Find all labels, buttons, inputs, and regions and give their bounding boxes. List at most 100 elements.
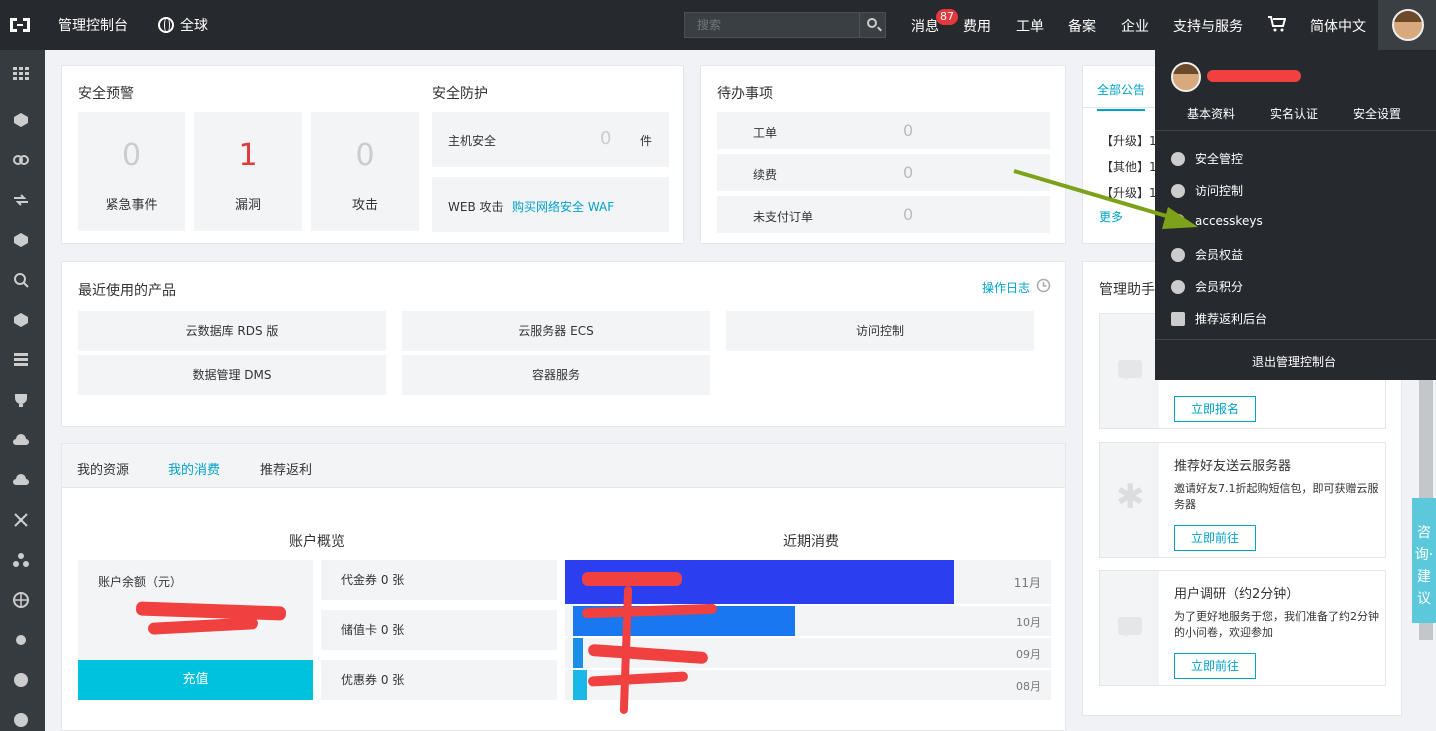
- server-icon[interactable]: [12, 352, 30, 368]
- referral-promo-desc: 邀请好友7.1折起购短信包，即可获赠云服务器: [1174, 482, 1379, 511]
- real-name-tab[interactable]: 实名认证: [1270, 105, 1318, 122]
- operation-log-link[interactable]: 操作日志: [982, 279, 1030, 296]
- cube-icon[interactable]: [12, 112, 30, 128]
- redaction-mark: [582, 572, 682, 586]
- top-navbar: 管理控制台 全球 消息 87 费用 工单 备案 企业 支持与服务 简体中文: [0, 0, 1436, 50]
- global-icon[interactable]: [12, 592, 30, 608]
- nav-messages[interactable]: 消息: [911, 16, 939, 36]
- menu-member-benefits[interactable]: 会员权益: [1171, 246, 1243, 263]
- search-db-icon[interactable]: [12, 272, 30, 288]
- circle-icon[interactable]: [12, 672, 30, 688]
- clock-icon[interactable]: [1036, 278, 1051, 293]
- gear-icon[interactable]: [12, 632, 30, 648]
- cart-icon[interactable]: [1268, 16, 1286, 32]
- spend-bar-aug: [573, 670, 587, 700]
- security-alert-title: 安全预警: [78, 86, 134, 102]
- circle-icon-2[interactable]: [12, 712, 30, 728]
- todo-tickets-row[interactable]: 工单 0: [717, 112, 1050, 149]
- product-container[interactable]: 容器服务: [402, 355, 710, 395]
- logo-icon[interactable]: [8, 15, 32, 35]
- balance-label: 账户余额（元）: [98, 575, 183, 589]
- stored-value-card-row[interactable]: 储值卡 0 张: [321, 610, 557, 650]
- globe-icon: [158, 17, 174, 33]
- search-icon: [867, 18, 877, 28]
- product-rds[interactable]: 云数据库 RDS 版: [78, 311, 386, 351]
- recent-spend-title: 近期消费: [783, 534, 839, 550]
- referral-promo-title: 推荐好友送云服务器: [1174, 459, 1292, 474]
- urgent-events-count: 0: [121, 138, 142, 173]
- diamond-icon: [1171, 247, 1185, 262]
- announcement-item[interactable]: 【升级】1: [1101, 132, 1157, 149]
- grid-icon[interactable]: [12, 66, 30, 82]
- balance-box: 账户余额（元）: [78, 560, 313, 660]
- product-dms[interactable]: 数据管理 DMS: [78, 355, 386, 395]
- survey-desc: 为了更好地服务于您，我们准备了约2分钟的小问卷，欢迎参加: [1174, 610, 1379, 639]
- todo-renewal-row[interactable]: 续费 0: [717, 154, 1050, 191]
- avatar: [1171, 62, 1201, 92]
- basic-info-tab[interactable]: 基本资料: [1187, 105, 1235, 122]
- vulnerabilities-count: 1: [238, 138, 258, 173]
- region-selector[interactable]: 全球: [158, 15, 208, 35]
- logout-button[interactable]: 退出管理控制台: [1252, 353, 1336, 370]
- menu-label: accesskeys: [1195, 214, 1263, 228]
- link-icon[interactable]: [12, 152, 30, 168]
- voucher-row[interactable]: 代金券 0 张: [321, 560, 557, 600]
- month-label: 10月: [1016, 616, 1041, 629]
- tab-referral[interactable]: 推荐返利: [260, 459, 312, 478]
- coupon-row[interactable]: 优惠券 0 张: [321, 660, 557, 700]
- user-avatar-button[interactable]: [1378, 0, 1436, 50]
- asterisk-icon: ✱: [1116, 477, 1145, 517]
- message-icon: [1118, 360, 1142, 380]
- consult-button[interactable]: 咨询·建议: [1412, 498, 1436, 623]
- host-security-unit: 件: [640, 134, 653, 148]
- search-input[interactable]: [685, 13, 860, 37]
- cloud-upload-icon[interactable]: [12, 472, 30, 488]
- trophy-icon[interactable]: [12, 392, 30, 408]
- nav-support[interactable]: 支持与服务: [1173, 16, 1243, 36]
- hexagon-icon[interactable]: [12, 232, 30, 248]
- go-now-button[interactable]: 立即前往: [1174, 525, 1256, 551]
- menu-label: 推荐返利后台: [1195, 312, 1268, 326]
- document-icon: [1171, 311, 1185, 326]
- attacks-tile[interactable]: 0 攻击: [311, 112, 419, 231]
- product-ecs[interactable]: 云服务器 ECS: [402, 311, 710, 351]
- urgent-events-label: 紧急事件: [105, 198, 158, 213]
- go-now-button[interactable]: 立即前往: [1174, 653, 1256, 679]
- menu-member-points[interactable]: 会员积分: [1171, 278, 1243, 295]
- nav-billing[interactable]: 费用: [963, 16, 991, 36]
- nav-tickets[interactable]: 工单: [1016, 16, 1044, 36]
- cloud-icon[interactable]: [12, 432, 30, 448]
- menu-referral-backend[interactable]: 推荐返利后台: [1171, 310, 1267, 327]
- language-selector[interactable]: 简体中文: [1310, 16, 1366, 36]
- region-label: 全球: [180, 18, 208, 34]
- nav-icp[interactable]: 备案: [1068, 16, 1096, 36]
- register-now-button[interactable]: 立即报名: [1174, 396, 1256, 422]
- cloud-arrow-icon[interactable]: [12, 192, 30, 208]
- todo-tickets-value: 0: [903, 121, 914, 140]
- nodes-icon[interactable]: [12, 552, 30, 568]
- console-title[interactable]: 管理控制台: [58, 15, 128, 35]
- account-overview-title: 账户概览: [289, 534, 345, 550]
- spending-panel: 账户概览 账户余额（元） 充值 代金券 0 张 储值卡 0 张 优惠券 0 张 …: [61, 488, 1066, 731]
- network-icon[interactable]: [12, 512, 30, 528]
- tab-my-resources[interactable]: 我的资源: [77, 459, 129, 478]
- recent-products-card: 最近使用的产品 操作日志 云数据库 RDS 版 云服务器 ECS 访问控制 数据…: [61, 261, 1066, 427]
- nav-enterprise[interactable]: 企业: [1121, 16, 1149, 36]
- host-security-row[interactable]: 主机安全 0 件: [432, 112, 669, 167]
- annotation-arrow: [1013, 169, 1198, 229]
- todo-unpaid-row[interactable]: 未支付订单 0: [717, 196, 1050, 233]
- security-settings-tab[interactable]: 安全设置: [1353, 105, 1401, 122]
- todo-renewal-value: 0: [903, 163, 914, 182]
- todo-tickets-label: 工单: [753, 126, 778, 140]
- search-box: [684, 12, 886, 38]
- avatar: [1392, 9, 1424, 41]
- urgent-events-tile[interactable]: 0 紧急事件: [78, 112, 185, 231]
- box-icon[interactable]: [12, 312, 30, 328]
- search-button[interactable]: [859, 13, 885, 37]
- buy-waf-link[interactable]: 购买网络安全 WAF: [512, 198, 614, 215]
- assistant-item: ✱ 推荐好友送云服务器 邀请好友7.1折起购短信包，即可获赠云服务器 立即前往: [1099, 442, 1386, 558]
- vulnerabilities-tile[interactable]: 1 漏洞: [194, 112, 302, 231]
- product-ram[interactable]: 访问控制: [726, 311, 1034, 351]
- recharge-button[interactable]: 充值: [78, 660, 313, 700]
- menu-label: 会员积分: [1195, 280, 1244, 294]
